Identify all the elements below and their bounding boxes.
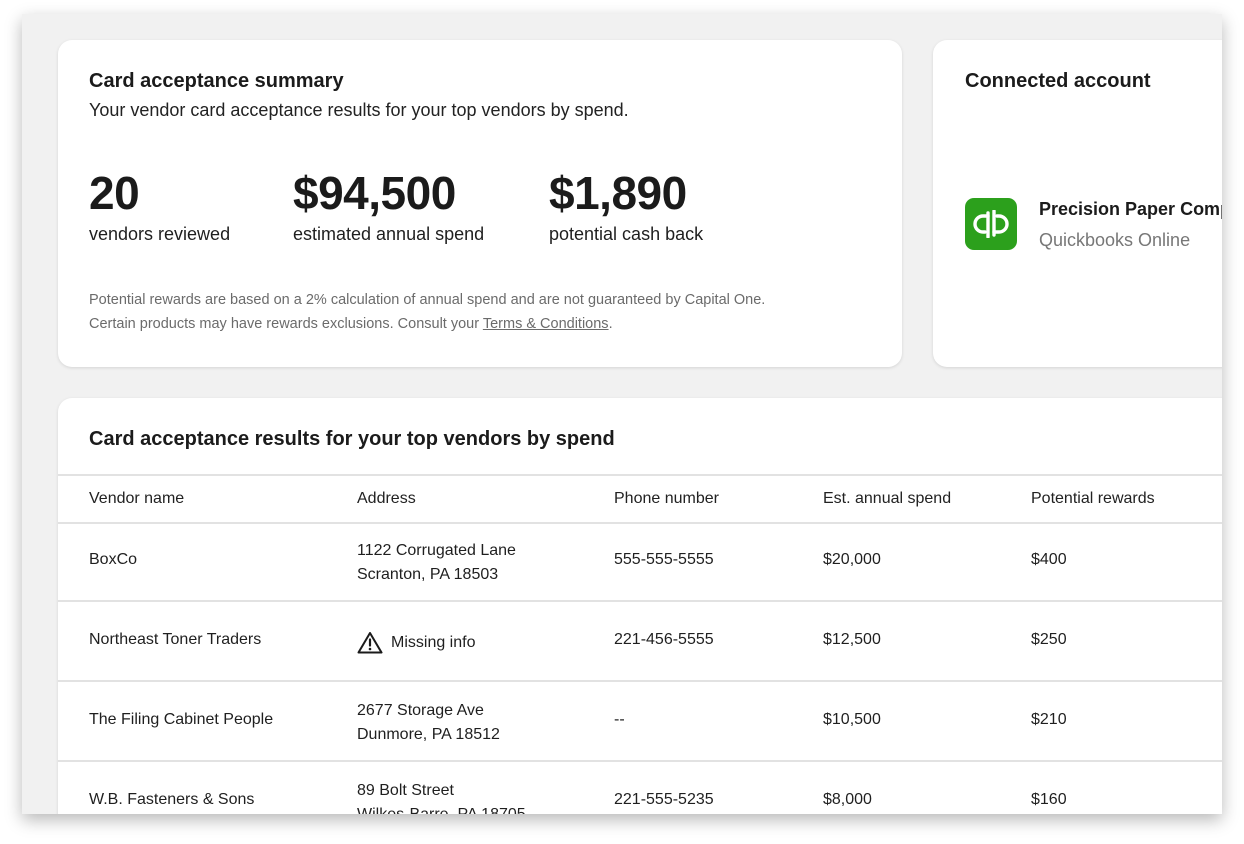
- vendor-address: 2677 Storage Ave Dunmore, PA 18512: [357, 699, 500, 747]
- stat-label: vendors reviewed: [89, 224, 231, 244]
- table-row[interactable]: W.B. Fasteners & Sons 89 Bolt Street Wil…: [58, 762, 1222, 814]
- address-line-1: 89 Bolt Street: [357, 782, 454, 799]
- vendor-rewards: $210: [1031, 711, 1067, 728]
- stat-label: estimated annual spend: [293, 224, 485, 244]
- vendor-name: BoxCo: [89, 551, 138, 568]
- table-row[interactable]: BoxCo 1122 Corrugated Lane Scranton, PA …: [58, 522, 1222, 602]
- stat-value: $1,890: [549, 167, 687, 219]
- vendor-phone: 221-456-5555: [614, 631, 714, 648]
- column-header-address[interactable]: Address: [357, 490, 416, 508]
- vendor-spend: $20,000: [823, 551, 881, 568]
- vendor-spend: $12,500: [823, 631, 881, 648]
- vendor-name: Northeast Toner Traders: [89, 631, 262, 648]
- disclaimer-period: .: [608, 316, 613, 332]
- warning-triangle-icon: [357, 632, 383, 654]
- summary-title: Card acceptance summary: [89, 70, 344, 92]
- vendor-spend: $10,500: [823, 711, 881, 728]
- missing-info-indicator[interactable]: Missing info: [357, 631, 475, 654]
- vendor-phone: 221-555-5235: [614, 791, 714, 808]
- quickbooks-logo-icon: [965, 198, 1017, 250]
- card-acceptance-summary-card: Card acceptance summary Your vendor card…: [58, 40, 902, 367]
- vendor-rewards: $160: [1031, 791, 1067, 808]
- vendor-address: 89 Bolt Street Wilkes-Barre, PA 18705: [357, 779, 526, 814]
- summary-subtitle: Your vendor card acceptance results for …: [89, 100, 629, 120]
- connected-account-name[interactable]: Precision Paper Company: [1039, 199, 1222, 220]
- connected-account-title: Connected account: [965, 70, 1151, 92]
- stat-annual-spend: $94,500 estimated annual spend: [293, 168, 484, 245]
- missing-info-label: Missing info: [391, 633, 476, 651]
- address-line-2: Scranton, PA 18503: [357, 566, 499, 583]
- vendor-results-card: Card acceptance results for your top ven…: [58, 398, 1222, 814]
- vendor-rewards: $400: [1031, 551, 1067, 568]
- table-header: Vendor name Address Phone number Est. an…: [58, 474, 1222, 524]
- column-header-spend[interactable]: Est. annual spend: [823, 490, 951, 508]
- stat-label: potential cash back: [549, 224, 704, 244]
- rewards-disclaimer: Potential rewards are based on a 2% calc…: [89, 288, 869, 336]
- vendor-address: Missing info: [357, 631, 475, 659]
- disclaimer-line-1: Potential rewards are based on a 2% calc…: [89, 292, 766, 308]
- stat-value: 20: [89, 167, 140, 219]
- connected-account-card: Connected account Precision Paper Compan…: [933, 40, 1222, 367]
- connected-account-source: Quickbooks Online: [1039, 230, 1191, 250]
- vendor-name: The Filing Cabinet People: [89, 711, 274, 728]
- address-line-2: Wilkes-Barre, PA 18705: [357, 806, 526, 814]
- terms-conditions-link[interactable]: Terms & Conditions: [483, 316, 609, 332]
- table-row[interactable]: The Filing Cabinet People 2677 Storage A…: [58, 682, 1222, 762]
- stat-vendors-reviewed: 20 vendors reviewed: [89, 168, 230, 245]
- vendor-phone: 555-555-5555: [614, 551, 714, 568]
- stat-value: $94,500: [293, 167, 456, 219]
- address-line-1: 2677 Storage Ave: [357, 702, 484, 719]
- vendor-address: 1122 Corrugated Lane Scranton, PA 18503: [357, 539, 516, 587]
- vendor-phone: --: [614, 711, 625, 728]
- vendor-rewards: $250: [1031, 631, 1067, 648]
- vendor-results-title: Card acceptance results for your top ven…: [89, 428, 615, 450]
- column-header-rewards[interactable]: Potential rewards: [1031, 490, 1155, 508]
- disclaimer-line-2: Certain products may have rewards exclus…: [89, 316, 483, 332]
- table-row[interactable]: Northeast Toner Traders Missing info 221…: [58, 602, 1222, 682]
- app-frame: Card acceptance summary Your vendor card…: [22, 14, 1222, 814]
- vendor-name: W.B. Fasteners & Sons: [89, 791, 255, 808]
- column-header-phone[interactable]: Phone number: [614, 490, 719, 508]
- stat-cash-back: $1,890 potential cash back: [549, 168, 703, 245]
- address-line-2: Dunmore, PA 18512: [357, 726, 500, 743]
- vendor-spend: $8,000: [823, 791, 872, 808]
- column-header-vendor[interactable]: Vendor name: [89, 490, 184, 508]
- address-line-1: 1122 Corrugated Lane: [357, 542, 516, 559]
